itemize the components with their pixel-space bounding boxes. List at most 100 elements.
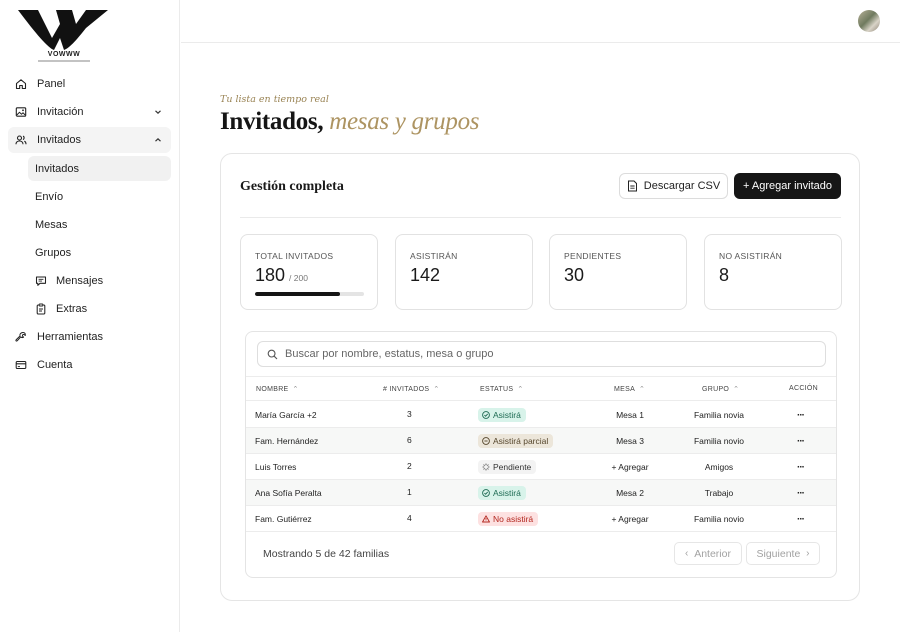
chevron-right-icon: ›: [806, 548, 810, 559]
previous-page-button[interactable]: ‹ Anterior: [674, 542, 742, 565]
table-row: Ana Sofía Peralta 1 Asistirá Mesa 2 Trabajo ·…: [246, 480, 836, 506]
column-header-label: # INVITADOS: [383, 385, 430, 393]
logo-mark-icon: [18, 10, 108, 50]
home-icon: [15, 78, 27, 90]
card-title: Gestión completa: [240, 179, 344, 194]
cell-mesa: Mesa 3: [606, 428, 654, 454]
chevron-down-icon[interactable]: [153, 107, 163, 117]
sidebar-subitem-invitados[interactable]: Invitados: [28, 156, 171, 181]
sidebar-item-herramientas[interactable]: Herramientas: [8, 324, 171, 350]
status-badge[interactable]: Asistirá parcial: [478, 434, 554, 448]
stat-number: 180: [255, 265, 286, 285]
group-label: Amigos: [704, 462, 734, 472]
cell-nombre: Luis Torres: [255, 454, 296, 480]
column-header-accion: ACCIÓN: [789, 385, 819, 392]
table-label: Mesa 2: [616, 488, 644, 498]
status-label: Asistirá: [493, 488, 521, 498]
cell-grupo: Familia novia: [682, 402, 756, 428]
next-page-button[interactable]: Siguiente ›: [746, 542, 820, 565]
column-header-invitados[interactable]: # INVITADOS ⌃: [383, 385, 440, 394]
more-icon: ···: [797, 409, 805, 421]
cell-invitados: 4: [407, 505, 412, 531]
row-actions-button[interactable]: ···: [797, 454, 805, 480]
image-icon: [15, 106, 27, 118]
cell-invitados: 3: [407, 401, 412, 427]
sort-icon: ⌃: [433, 386, 440, 393]
guests-card: Gestión completa Descargar CSV + Agregar…: [220, 153, 860, 601]
cell-nombre: María García +2: [255, 402, 317, 428]
sidebar: VOWWW Panel Invitación Invitados Invitad…: [0, 0, 180, 632]
column-header-mesa[interactable]: MESA ⌃: [614, 385, 645, 394]
table-row: Fam. Hernández 6 Asistirá parcial Mesa 3 Fam…: [246, 428, 836, 454]
status-badge[interactable]: Pendiente: [478, 460, 537, 474]
cell-mesa: + Agregar: [606, 454, 654, 480]
sidebar-item-cuenta[interactable]: Cuenta: [8, 352, 171, 378]
table-label: Mesa 3: [616, 436, 644, 446]
stat-value: 8: [719, 265, 730, 285]
guest-name: Ana Sofía Peralta: [255, 488, 322, 498]
more-icon: ···: [797, 513, 805, 525]
message-icon: [35, 275, 47, 287]
status-badge[interactable]: No asistirá: [478, 512, 539, 526]
row-actions-button[interactable]: ···: [797, 480, 805, 506]
status-label: No asistirá: [493, 514, 534, 524]
add-table-link[interactable]: + Agregar: [611, 462, 648, 472]
logo-tagline-icon: [38, 60, 90, 62]
column-header-estatus[interactable]: ESTATUS ⌃: [480, 385, 524, 394]
sidebar-subitem-mensajes[interactable]: Mensajes: [28, 268, 171, 293]
stat-value: 142: [410, 265, 441, 285]
sidebar-item-invitacion[interactable]: Invitación: [8, 99, 171, 125]
guests-table-panel: NOMBRE⌃ # INVITADOS⌃ ESTATUS⌃ MESA⌃ GRUP…: [245, 331, 837, 578]
status-label: Asistirá parcial: [493, 436, 549, 446]
row-actions-button[interactable]: ···: [797, 402, 805, 428]
page-title-main: Invitados,: [220, 108, 324, 135]
guest-count: 6: [407, 435, 412, 445]
cell-mesa: + Agregar: [606, 506, 654, 532]
table-row: Luis Torres 2 Pendiente + Agregar Amigos ···: [246, 454, 836, 480]
more-icon: ···: [797, 435, 805, 447]
cell-estatus: Asistirá: [478, 402, 526, 428]
chevron-up-icon[interactable]: [153, 135, 163, 145]
sidebar-item-invitados[interactable]: Invitados: [8, 127, 171, 153]
row-actions-button[interactable]: ···: [797, 428, 805, 454]
guest-count: 2: [407, 461, 412, 471]
stat-label: ASISTIRÁN: [410, 251, 458, 261]
row-actions-button[interactable]: ···: [797, 506, 805, 532]
stat-value: 180/ 200: [255, 265, 308, 286]
sidebar-item-panel[interactable]: Panel: [8, 71, 171, 97]
table-label: Mesa 1: [616, 410, 644, 420]
sidebar-subitem-grupos[interactable]: Grupos: [28, 240, 171, 265]
add-guest-button[interactable]: + Agregar invitado: [734, 173, 841, 199]
guest-name: Fam. Hernández: [255, 436, 319, 446]
group-label: Familia novio: [693, 514, 745, 524]
add-table-link[interactable]: + Agregar: [611, 514, 648, 524]
status-badge[interactable]: Asistirá: [478, 408, 526, 422]
sidebar-subitem-mesas[interactable]: Mesas: [28, 212, 171, 237]
column-header-nombre[interactable]: NOMBRE ⌃: [256, 385, 299, 394]
sidebar-subitem-label: Grupos: [35, 246, 72, 259]
sidebar-subitem-label: Extras: [56, 302, 88, 315]
cell-mesa: Mesa 1: [606, 402, 654, 428]
search-input[interactable]: [285, 348, 805, 360]
sidebar-subitem-envio[interactable]: Envío: [28, 184, 171, 209]
cell-estatus: Asistirá: [478, 480, 526, 506]
logo-text: VOWWW: [47, 51, 81, 58]
sidebar-item-label: Invitados: [37, 134, 82, 146]
cell-grupo: Familia novio: [682, 506, 756, 532]
stat-label: TOTAL INVITADOS: [255, 251, 334, 261]
stat-label: PENDIENTES: [564, 251, 622, 261]
sidebar-subitem-extras[interactable]: Extras: [28, 296, 171, 321]
status-badge[interactable]: Asistirá: [478, 486, 526, 500]
pagination-summary: Mostrando 5 de 42 familias: [263, 548, 390, 560]
minus-circle-icon: [482, 437, 493, 445]
cell-estatus: No asistirá: [478, 506, 539, 532]
card-divider: [240, 217, 841, 218]
sidebar-item-label: Panel: [37, 78, 66, 90]
page-eyebrow: Tu lista en tiempo real: [220, 94, 329, 105]
column-header-grupo[interactable]: GRUPO ⌃: [702, 385, 739, 394]
avatar[interactable]: [858, 10, 880, 32]
download-csv-button[interactable]: Descargar CSV: [619, 173, 728, 199]
brand-logo[interactable]: VOWWW: [16, 8, 110, 64]
search-box[interactable]: [257, 341, 826, 367]
sidebar-subitem-label: Mensajes: [56, 274, 104, 287]
